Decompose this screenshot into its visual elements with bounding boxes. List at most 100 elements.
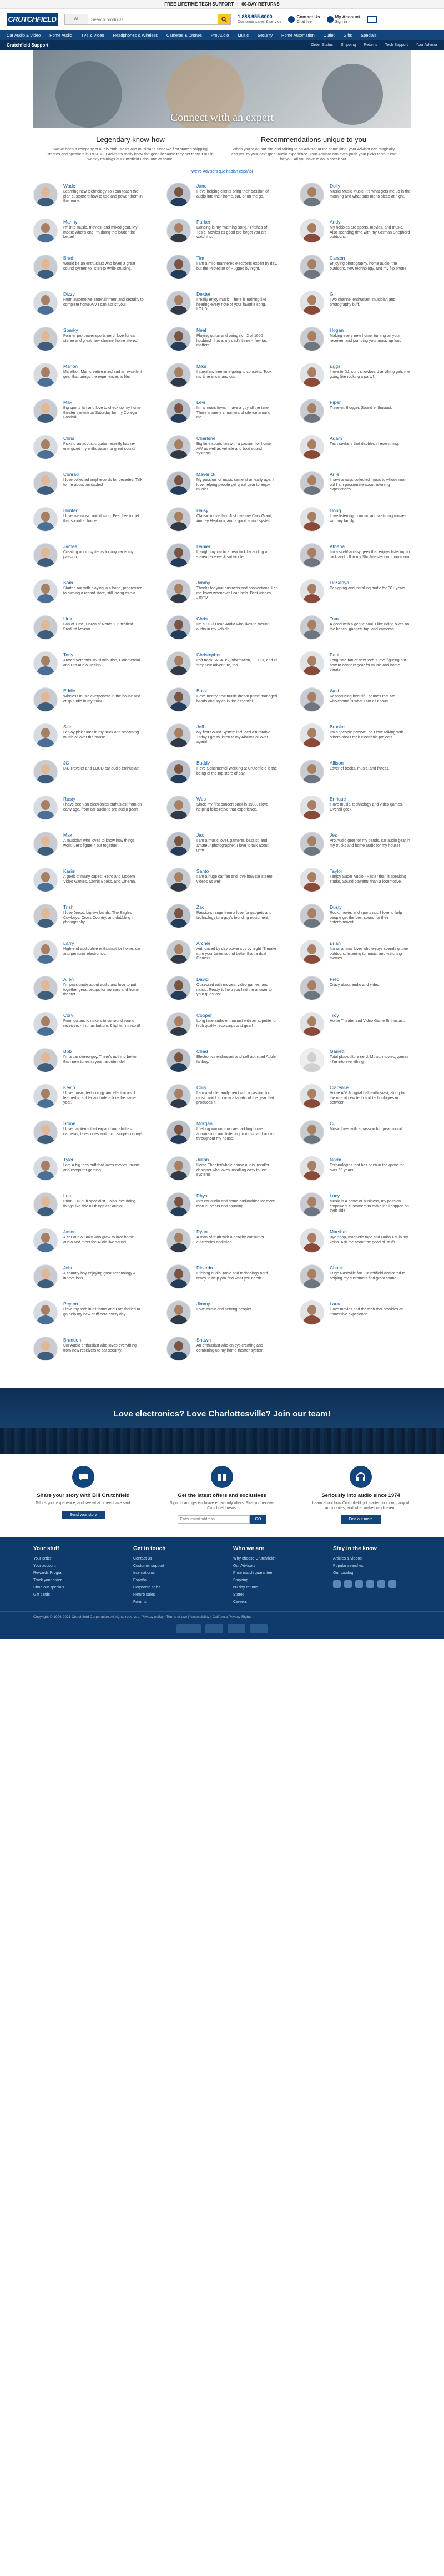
youtube-icon[interactable] (366, 1580, 374, 1588)
subnav-order-status[interactable]: Order Status (311, 43, 333, 47)
expert-name[interactable]: Buddy (196, 760, 278, 766)
avatar[interactable] (167, 183, 191, 207)
avatar[interactable] (33, 327, 58, 351)
avatar[interactable] (300, 1120, 324, 1145)
expert-card[interactable]: Larry High-end audiophile enthusiast for … (33, 940, 144, 976)
expert-card[interactable]: Skip I enjoy pick tunes in my truck and s… (33, 723, 144, 760)
expert-card[interactable]: Eggs I love to DJ, surf, snowboard anythi… (300, 363, 411, 399)
search-category-select[interactable]: All (65, 14, 88, 24)
expert-card[interactable]: Chuck Huge Nashville fan. Crutchfield ded… (300, 1264, 411, 1300)
expert-name[interactable]: Neal (196, 327, 278, 333)
footer-link[interactable]: Our Advisors (233, 1562, 311, 1570)
phone-block[interactable]: 1.888.955.6000 Customer sales & service (238, 14, 281, 25)
expert-name[interactable]: Daisy (196, 508, 278, 513)
expert-card[interactable]: Brad Would be an enthusiast who loves a g… (33, 255, 144, 291)
avatar[interactable] (33, 1192, 58, 1217)
expert-card[interactable]: Tom A good with a gentle soul. I like rid… (300, 615, 411, 651)
nav-item-music[interactable]: Music (238, 33, 249, 38)
expert-card[interactable]: Jax I am a music lover, gamerer, bassist,… (167, 832, 278, 868)
expert-name[interactable]: Gill (330, 291, 411, 297)
expert-name[interactable]: Dizzy (63, 291, 144, 297)
expert-card[interactable]: Buddy I love Sentimental Working at Crutc… (167, 760, 278, 796)
expert-name[interactable]: Link (63, 616, 144, 621)
nav-item-security[interactable]: Security (258, 33, 273, 38)
expert-card[interactable]: Santo I am a huge car fan and love how ca… (167, 868, 278, 904)
nav-item-outlet[interactable]: Outlet (324, 33, 335, 38)
avatar[interactable] (300, 543, 324, 568)
expert-card[interactable]: Brian I'm an animal lover who enjoys spen… (300, 940, 411, 976)
expert-card[interactable]: Cory I am a whole family nerd with a pass… (167, 1084, 278, 1120)
expert-name[interactable]: Dusty (330, 904, 411, 910)
expert-name[interactable]: Jimmy (196, 1301, 278, 1307)
expert-name[interactable]: Trish (63, 904, 144, 910)
expert-card[interactable]: Jeff My first Sound System included a tur… (167, 723, 278, 760)
expert-card[interactable]: James Creating audio systems for any car … (33, 543, 144, 579)
footer-link[interactable]: Corporate sales (133, 1584, 211, 1591)
avatar[interactable] (300, 291, 324, 315)
avatar[interactable] (33, 507, 58, 532)
expert-name[interactable]: Archer (196, 940, 278, 946)
expert-name[interactable]: Garrett (330, 1049, 411, 1054)
footer-link[interactable]: Contact us (133, 1555, 211, 1562)
expert-name[interactable]: Mike (196, 363, 278, 369)
avatar[interactable] (33, 363, 58, 387)
expert-card[interactable]: Brooke I'm a "people person", so I love t… (300, 723, 411, 760)
footer-link[interactable]: Rewards Program (33, 1570, 111, 1577)
expert-card[interactable]: Zac Passions range from a love for gadget… (167, 904, 278, 940)
expert-card[interactable]: Taylor I enjoy Super Audio - Faster than … (300, 868, 411, 904)
expert-card[interactable]: Wade Learning new technology so I can tea… (33, 183, 144, 219)
footer-link[interactable]: Popular searches (333, 1562, 411, 1570)
avatar[interactable] (33, 615, 58, 640)
nav-item-specials[interactable]: Specials (361, 33, 376, 38)
expert-name[interactable]: Marshall (330, 1229, 411, 1234)
footer-link[interactable]: Our catalog (333, 1570, 411, 1577)
expert-name[interactable]: CJ (330, 1121, 411, 1126)
expert-card[interactable]: Max Big sports fan and love to check up m… (33, 399, 144, 435)
expert-card[interactable]: Chad Electronics enthusiast and self admi… (167, 1048, 278, 1084)
avatar[interactable] (33, 976, 58, 1000)
expert-name[interactable]: Jeff (196, 724, 278, 730)
expert-name[interactable]: Allison (330, 760, 411, 766)
avatar[interactable] (167, 291, 191, 315)
expert-card[interactable]: Garrett Total plus-culture nerd. Music, m… (300, 1048, 411, 1084)
expert-card[interactable]: Dizzy From automotive entertainment and s… (33, 291, 144, 327)
avatar[interactable] (33, 1337, 58, 1361)
expert-name[interactable]: Carson (330, 255, 411, 261)
expert-name[interactable]: Chad (196, 1049, 278, 1054)
expert-name[interactable]: Eggs (330, 363, 411, 369)
expert-name[interactable]: Dexter (196, 291, 278, 297)
expert-card[interactable]: Dolly Music! Music Music! It's what gets … (300, 183, 411, 219)
expert-name[interactable]: Chuck (330, 1265, 411, 1271)
expert-name[interactable]: Max (63, 399, 144, 405)
nav-item-home-automation[interactable]: Home Automation (281, 33, 315, 38)
avatar[interactable] (167, 904, 191, 928)
avatar[interactable] (167, 1012, 191, 1036)
nav-item-headphones[interactable]: Headphones & Wireless (113, 33, 158, 38)
expert-card[interactable]: Jane I love helping clients bring their p… (167, 183, 278, 219)
expert-card[interactable]: David Obsessed with movies, video games, … (167, 976, 278, 1012)
avatar[interactable] (167, 543, 191, 568)
expert-name[interactable]: Athena (330, 544, 411, 549)
avatar[interactable] (167, 723, 191, 748)
expert-name[interactable]: Skip (63, 724, 144, 730)
expert-name[interactable]: DeSanya (330, 580, 411, 585)
nav-item-cameras[interactable]: Cameras & Drones (167, 33, 202, 38)
avatar[interactable] (167, 471, 191, 495)
expert-card[interactable]: Sam Started out with playing in a band, p… (33, 579, 144, 615)
expert-card[interactable]: Parker Dancing is my "warning song." Pitc… (167, 219, 278, 255)
avatar[interactable] (33, 868, 58, 892)
expert-card[interactable]: Buzz I love nearly new music dream prime … (167, 687, 278, 723)
footer-link[interactable]: Price match guarantee (233, 1570, 311, 1577)
avatar[interactable] (167, 760, 191, 784)
expert-name[interactable]: Cory (63, 1013, 144, 1018)
instagram-icon[interactable] (355, 1580, 363, 1588)
expert-card[interactable]: Dusty Rock, movie, and sports nut. I love… (300, 904, 411, 940)
expert-name[interactable]: Buzz (196, 688, 278, 694)
avatar[interactable] (167, 255, 191, 279)
footer-link[interactable]: Careers (233, 1598, 311, 1606)
nav-item-pro-audio[interactable]: Pro Audio (211, 33, 229, 38)
footer-link[interactable]: Forums (133, 1598, 211, 1606)
expert-card[interactable]: Trish I love Jeeps, big live bands, The E… (33, 904, 144, 940)
expert-name[interactable]: Max (63, 832, 144, 838)
expert-name[interactable]: Levi (196, 399, 278, 405)
